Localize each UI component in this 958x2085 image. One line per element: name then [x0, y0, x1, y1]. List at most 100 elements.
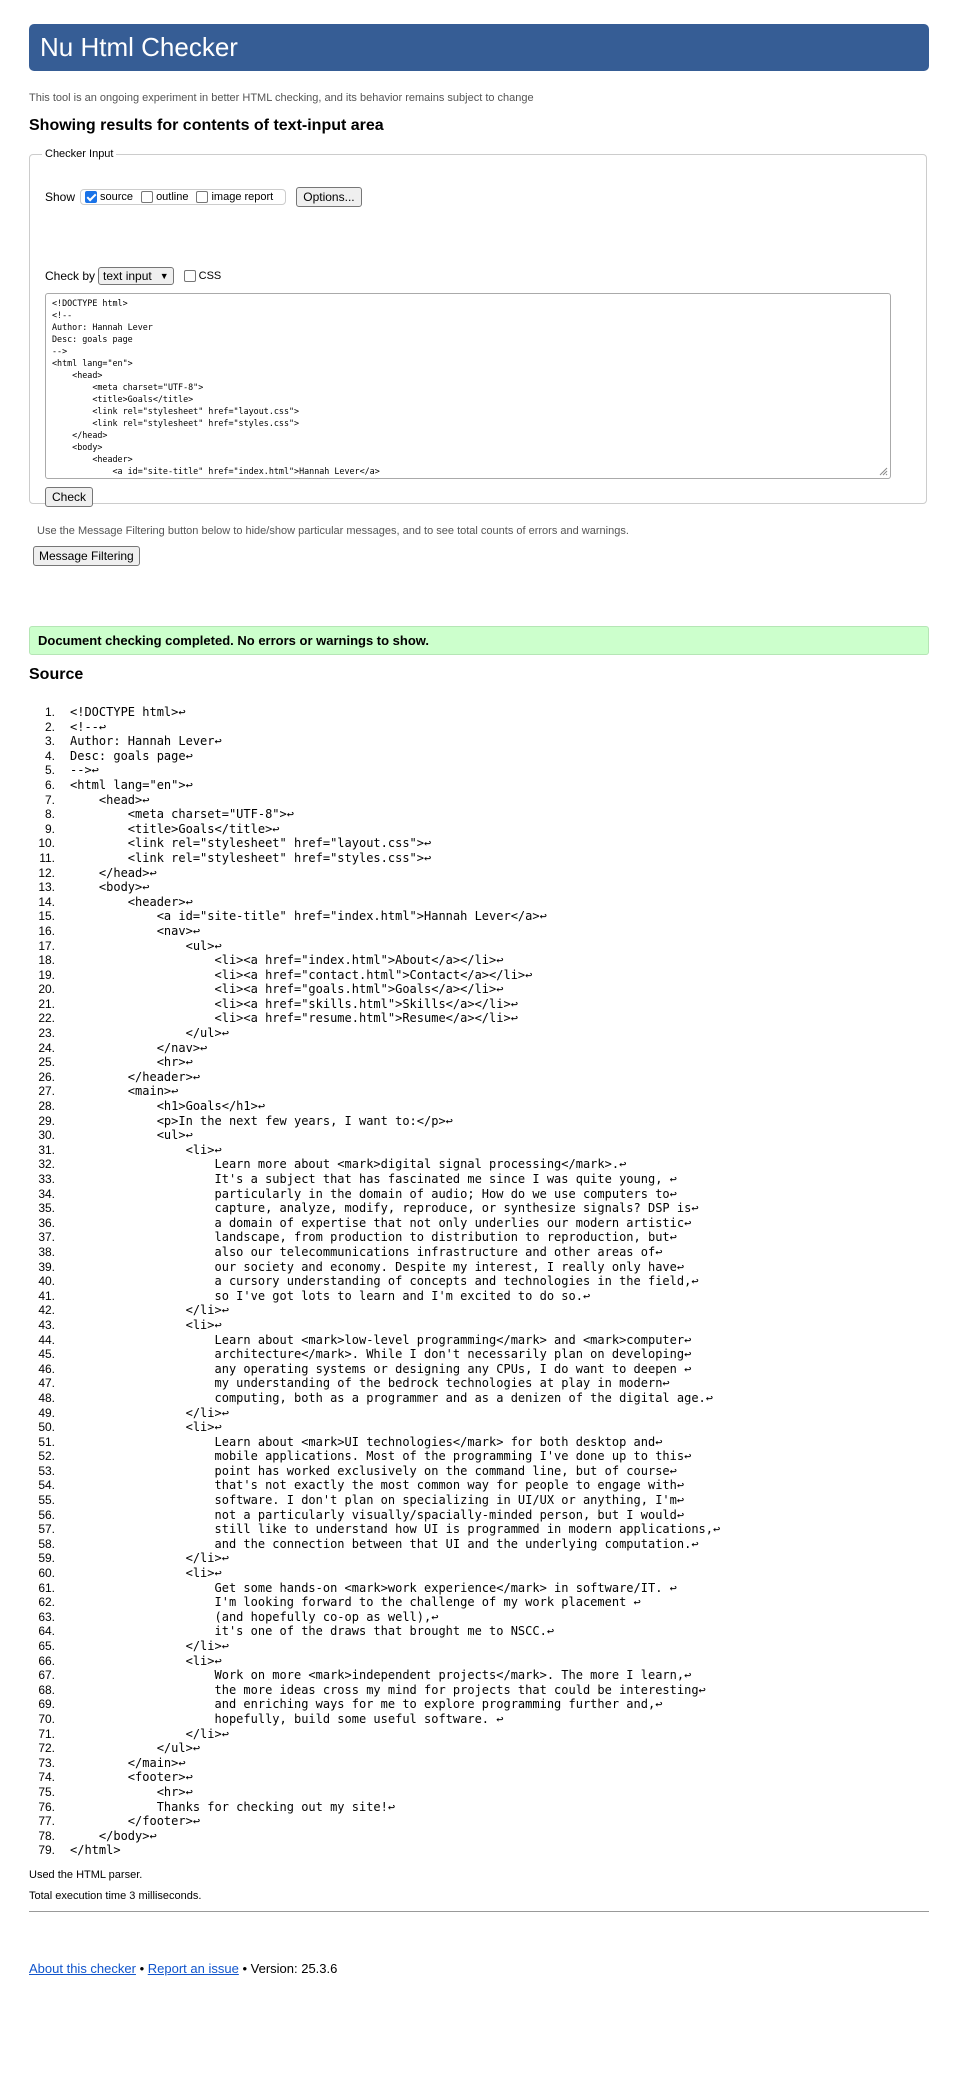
line-number: 55.: [38, 1493, 55, 1508]
execution-time: Total execution time 3 milliseconds.: [29, 1890, 202, 1902]
line-number: 61.: [38, 1580, 55, 1595]
line-code: <ul>↩: [70, 1128, 193, 1143]
source-line: 33. It's a subject that has fascinated m…: [38, 1172, 720, 1187]
line-code: particularly in the domain of audio; How…: [70, 1186, 677, 1201]
source-listing: 1. <!DOCTYPE html>↩ 2. <!--↩ 3. Author: Hanna…: [38, 705, 720, 1858]
source-line: 52. mobile applications. Most of the pro…: [38, 1449, 720, 1464]
line-number: 3.: [44, 734, 55, 749]
line-code: also our telecommunications infrastructu…: [70, 1244, 663, 1259]
line-code: </li>↩: [70, 1303, 229, 1318]
check-by-select[interactable]: text input ▼: [98, 267, 174, 285]
show-outline-checkbox[interactable]: [141, 191, 154, 203]
source-line: 4. Desc: goals page↩: [45, 749, 720, 764]
source-line: 77. </footer>↩: [38, 1814, 720, 1829]
line-code: -->↩: [70, 763, 99, 778]
resize-grip-icon[interactable]: [878, 466, 888, 476]
source-line: 15. <a id="site-title" href="index.html"…: [38, 909, 720, 924]
source-line: 8. <meta charset="UTF-8">↩: [45, 807, 720, 822]
line-number: 22.: [38, 1011, 55, 1026]
source-line: 46. any operating systems or designing a…: [38, 1362, 720, 1377]
line-number: 41.: [38, 1288, 55, 1303]
source-line: 10. <link rel="stylesheet" href="layout.…: [38, 836, 720, 851]
line-number: 38.: [38, 1244, 55, 1259]
line-number: 20.: [38, 982, 55, 997]
line-code: <hr>↩: [70, 1055, 193, 1070]
source-line: 36. a domain of expertise that not only …: [38, 1216, 720, 1231]
show-source-option[interactable]: source: [83, 191, 133, 203]
source-line: 51. Learn about <mark>UI technologies</m…: [38, 1435, 720, 1450]
line-number: 9.: [44, 821, 55, 836]
line-code: <link rel="stylesheet" href="styles.css"…: [70, 850, 432, 865]
options-button[interactable]: Options...: [296, 187, 362, 207]
line-number: 75.: [38, 1784, 55, 1799]
about-link[interactable]: About this checker: [29, 1961, 136, 1976]
source-line: 58. and the connection between that UI a…: [38, 1537, 720, 1552]
show-source-label: source: [100, 191, 134, 203]
line-code: my understanding of the bedrock technolo…: [70, 1376, 670, 1391]
source-textarea[interactable]: <!DOCTYPE html> <!-- Author: Hannah Leve…: [45, 293, 891, 479]
source-line: 79. </html>: [38, 1843, 720, 1858]
source-line: 76. Thanks for checking out my site!↩: [38, 1800, 720, 1815]
source-line: 64. it's one of the draws that brought m…: [38, 1624, 720, 1639]
line-number: 29.: [38, 1113, 55, 1128]
line-number: 60.: [38, 1566, 55, 1581]
source-line: 25. <hr>↩: [38, 1055, 720, 1070]
show-image-report-option[interactable]: image report: [194, 191, 273, 203]
line-code: <!DOCTYPE html>↩: [70, 705, 186, 719]
line-code: software. I don't plan on specializing i…: [70, 1493, 685, 1508]
line-code: <h1>Goals</h1>↩: [70, 1099, 266, 1114]
line-number: 51.: [38, 1434, 55, 1449]
line-code: Author: Hannah Lever↩: [70, 734, 222, 749]
source-line: 70. hopefully, build some useful softwar…: [38, 1712, 720, 1727]
line-number: 12.: [38, 865, 55, 880]
line-number: 17.: [38, 938, 55, 953]
message-filtering-button[interactable]: Message Filtering: [33, 546, 140, 566]
line-number: 45.: [38, 1347, 55, 1362]
line-code: <header>↩: [70, 894, 193, 909]
source-line: 73. </main>↩: [38, 1756, 720, 1771]
line-code: </footer>↩: [70, 1814, 201, 1829]
line-number: 24.: [38, 1040, 55, 1055]
line-number: 4.: [44, 748, 55, 763]
source-line: 59. </li>↩: [38, 1551, 720, 1566]
line-code: <li><a href="skills.html">Skills</a></li…: [70, 996, 518, 1011]
page: Nu Html Checker This tool is an ongoing …: [0, 0, 958, 2085]
source-line: 54. that's not exactly the most common w…: [38, 1478, 720, 1493]
show-checkbox-group: source outline image report: [80, 189, 287, 205]
line-code: (and hopefully co-op as well),↩: [70, 1609, 439, 1624]
divider: [29, 1911, 929, 1912]
source-line: 13. <body>↩: [38, 880, 720, 895]
source-line: 78. </body>↩: [38, 1829, 720, 1844]
report-issue-link[interactable]: Report an issue: [148, 1961, 239, 1976]
source-line: 72. </ul>↩: [38, 1741, 720, 1756]
line-code: <!--↩: [70, 719, 107, 734]
source-line: 39. our society and economy. Despite my …: [38, 1259, 720, 1275]
css-option[interactable]: CSS: [182, 270, 221, 282]
source-line: 35. capture, analyze, modify, reproduce,…: [38, 1201, 720, 1216]
source-line: 11. <link rel="stylesheet" href="styles.…: [39, 850, 720, 866]
check-button[interactable]: Check: [45, 487, 94, 507]
line-code: capture, analyze, modify, reproduce, or …: [70, 1201, 699, 1216]
show-outline-option[interactable]: outline: [139, 191, 188, 203]
line-code: <body>↩: [70, 880, 150, 895]
line-number: 64.: [38, 1624, 55, 1639]
source-line: 7. <head>↩: [45, 793, 720, 808]
line-code: <li>↩: [70, 1142, 222, 1157]
source-line: 42. </li>↩: [38, 1303, 720, 1318]
source-line: 5. -->↩: [45, 763, 720, 778]
line-code: <main>↩: [70, 1084, 179, 1099]
line-number: 40.: [38, 1274, 55, 1289]
line-code: <li><a href="resume.html">Resume</a></li…: [70, 1011, 518, 1026]
show-label: Show: [45, 190, 76, 204]
line-code: architecture</mark>. While I don't neces…: [70, 1347, 692, 1362]
line-number: 21.: [38, 996, 55, 1011]
line-number: 28.: [38, 1099, 55, 1114]
line-number: 23.: [38, 1026, 55, 1041]
css-checkbox[interactable]: [183, 270, 196, 282]
line-code: our society and economy. Despite my inte…: [70, 1259, 685, 1274]
line-number: 50.: [38, 1420, 55, 1435]
show-image-report-checkbox[interactable]: [196, 191, 209, 203]
line-code: it's one of the draws that brought me to…: [70, 1624, 555, 1639]
source-textarea-content: <!DOCTYPE html> <!-- Author: Hannah Leve…: [52, 298, 380, 476]
show-source-checkbox[interactable]: [85, 191, 98, 203]
